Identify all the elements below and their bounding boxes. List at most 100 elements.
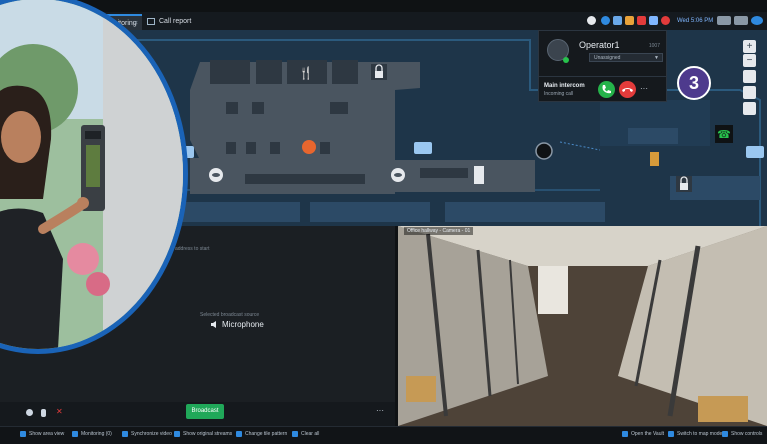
lock-icon-2 <box>676 176 692 192</box>
tray-alarm-icon[interactable] <box>625 16 634 25</box>
clear-all-button[interactable]: Clear all <box>292 431 319 438</box>
broadcast-source-label: Selected broadcast source <box>200 312 260 318</box>
broadcast-source-value: Microphone <box>222 320 264 329</box>
camera-title: Office hallway - Camera - 01 <box>404 227 474 235</box>
face-front <box>1 111 41 163</box>
operator-status-select[interactable]: Unassigned ▼ <box>589 53 663 62</box>
operator-id: 1007 <box>648 43 660 49</box>
show-original-streams-label: Show original streams <box>183 431 233 437</box>
reader-icon <box>650 152 659 166</box>
change-tile-pattern-label: Change tile pattern <box>245 431 288 437</box>
tray-network-icon[interactable] <box>613 16 622 25</box>
broadcast-hint: address to start <box>175 246 210 252</box>
broadcast-button[interactable]: Broadcast <box>186 404 224 419</box>
camera-tile[interactable] <box>398 226 767 426</box>
map-zone-s2 <box>445 202 605 222</box>
tray-volume-icon[interactable] <box>649 16 658 25</box>
security-desk-window: Monitoring × Call report Wed 5:06 PM <box>0 0 767 444</box>
monitoring-label: Monitoring (0) <box>81 431 112 437</box>
tray-user-icon[interactable] <box>587 16 596 25</box>
tab-call-report-label: Call report <box>159 18 192 25</box>
desk-right <box>698 396 748 422</box>
broadcast-more-button[interactable]: ··· <box>376 406 384 415</box>
sync-icon <box>122 431 128 437</box>
switch-map-mode-label: Switch to map mode <box>677 431 723 437</box>
zoom-in-button[interactable]: + <box>743 40 756 53</box>
hallway-end <box>538 266 568 314</box>
map-room-lower <box>245 174 365 184</box>
open-vault-label: Open the Vault <box>631 431 664 437</box>
map-room-4 <box>332 60 358 84</box>
operator-panel: Operator1 1007 Unassigned ▼ Main interco… <box>538 30 667 102</box>
report-tab-icon <box>147 18 155 25</box>
operator-status-value: Unassigned <box>594 55 621 61</box>
controls-icon <box>722 431 728 437</box>
microphone-icon[interactable] <box>41 409 46 417</box>
switch-map-mode-button[interactable]: Switch to map mode <box>668 431 722 438</box>
restaurant-icon: 🍴 <box>298 64 314 80</box>
gear-icon[interactable] <box>26 409 33 416</box>
flowers-2 <box>86 272 110 296</box>
system-tray: Wed 5:06 PM <box>577 12 767 30</box>
zoom-out-button[interactable]: − <box>743 54 756 67</box>
camera-icon-2 <box>391 168 405 182</box>
tray-call-icon[interactable] <box>601 16 610 25</box>
tray-notification-icon[interactable] <box>637 16 646 25</box>
operator-name: Operator1 <box>579 40 620 50</box>
clear-all-label: Clear all <box>301 431 320 437</box>
intercom-icon-2 <box>746 146 764 158</box>
intercom-keypad <box>86 145 100 187</box>
intercom-camera <box>85 131 101 139</box>
phone-icon <box>602 85 611 94</box>
synchronize-video-label: Synchronize video <box>131 431 172 437</box>
hand <box>77 197 89 209</box>
change-tile-pattern-button[interactable]: Change tile pattern <box>236 431 287 438</box>
minimize-icon[interactable] <box>717 16 731 25</box>
map-room-1 <box>210 60 250 84</box>
ptz-camera-icon <box>535 142 553 160</box>
svg-text:☎: ☎ <box>717 128 731 141</box>
streams-icon <box>174 431 180 437</box>
online-status-icon <box>563 57 569 63</box>
tray-alert-icon[interactable] <box>661 16 670 25</box>
pointer-icon[interactable] <box>743 102 756 115</box>
map-room-2 <box>256 60 282 84</box>
settings-icon[interactable] <box>751 16 763 25</box>
map-room-5 <box>226 102 238 114</box>
step-badge: 3 <box>677 66 711 100</box>
incoming-call-row: Main intercom Incoming call ··· <box>539 76 666 102</box>
map-zone-ne-inner <box>628 128 678 144</box>
vault-icon <box>622 431 628 437</box>
tab-call-report[interactable]: Call report <box>143 14 193 30</box>
show-area-view-label: Show area view <box>29 431 65 437</box>
show-controls-label: Show controls <box>731 431 763 437</box>
intercom-icon-1 <box>414 142 432 154</box>
show-controls-button[interactable]: Show controls <box>722 431 762 438</box>
monitoring-button[interactable]: Monitoring (0) <box>72 431 112 438</box>
open-vault-button[interactable]: Open the Vault <box>622 431 664 438</box>
camera-icon-1 <box>209 168 223 182</box>
lock-icon-1 <box>371 64 387 80</box>
phone-map-icon: ☎ <box>715 125 733 143</box>
show-area-view-button[interactable]: Show area view <box>20 431 64 438</box>
answer-call-button[interactable] <box>598 81 615 98</box>
tile-pattern-icon <box>236 431 242 437</box>
call-more-button[interactable]: ··· <box>640 84 648 93</box>
flowers <box>67 243 99 275</box>
chevron-down-icon: ▼ <box>654 55 659 61</box>
desk-left <box>406 376 436 402</box>
layers-icon[interactable] <box>743 86 756 99</box>
maximize-icon[interactable] <box>734 16 748 25</box>
home-icon[interactable] <box>743 70 756 83</box>
map-room-9 <box>246 142 256 154</box>
hallway-video <box>398 226 767 426</box>
speaker-icon <box>211 321 216 328</box>
hang-up-button[interactable] <box>619 81 636 98</box>
synchronize-video-button[interactable]: Synchronize video <box>122 431 172 438</box>
area-view-icon <box>20 431 26 437</box>
map-room-7 <box>330 102 348 114</box>
alarm-icon <box>302 140 316 154</box>
hang-up-icon <box>622 88 633 92</box>
mute-icon[interactable]: ✕ <box>56 408 63 416</box>
show-original-streams-button[interactable]: Show original streams <box>174 431 232 438</box>
